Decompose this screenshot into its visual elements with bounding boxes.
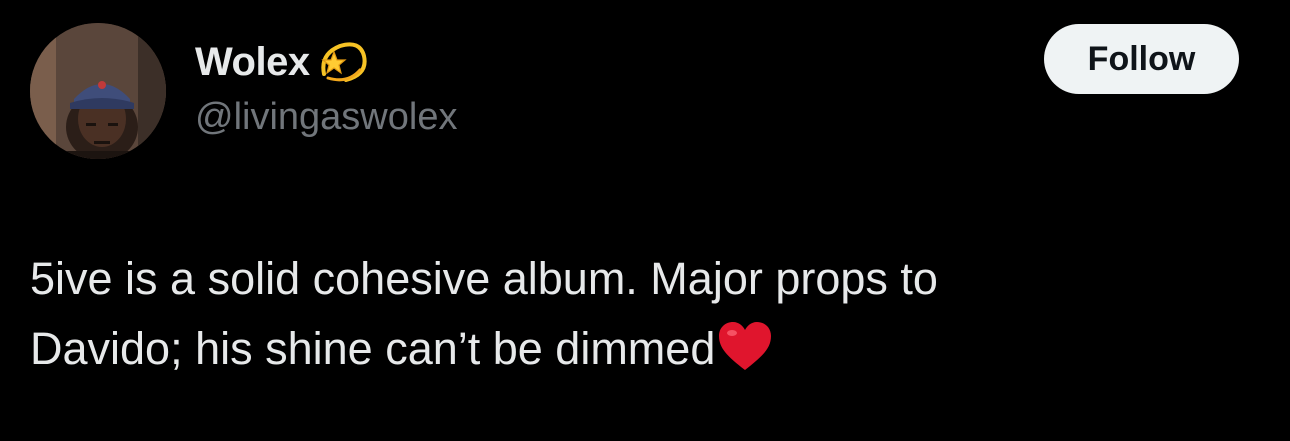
display-name[interactable]: Wolex (195, 40, 310, 85)
red-heart-emoji-icon (717, 320, 773, 374)
tweet-text-line-2: Davido; his shine can’t be dimmed (30, 314, 1260, 384)
dizzy-star-emoji-icon (314, 34, 370, 90)
avatar-photo (30, 23, 166, 159)
tweet-body: 5ive is a solid cohesive album. Major pr… (30, 244, 1260, 384)
tweet-text-line-1: 5ive is a solid cohesive album. Major pr… (30, 253, 938, 304)
user-handle[interactable]: @livingaswolex (195, 96, 457, 139)
tweet-text-line-2-text: Davido; his shine can’t be dimmed (30, 323, 716, 374)
author-name-row[interactable]: Wolex (195, 34, 370, 90)
avatar[interactable] (30, 23, 166, 159)
tweet-card: Wolex @livingaswolex Follow 5ive is a so… (0, 0, 1290, 441)
follow-button[interactable]: Follow (1044, 24, 1239, 94)
